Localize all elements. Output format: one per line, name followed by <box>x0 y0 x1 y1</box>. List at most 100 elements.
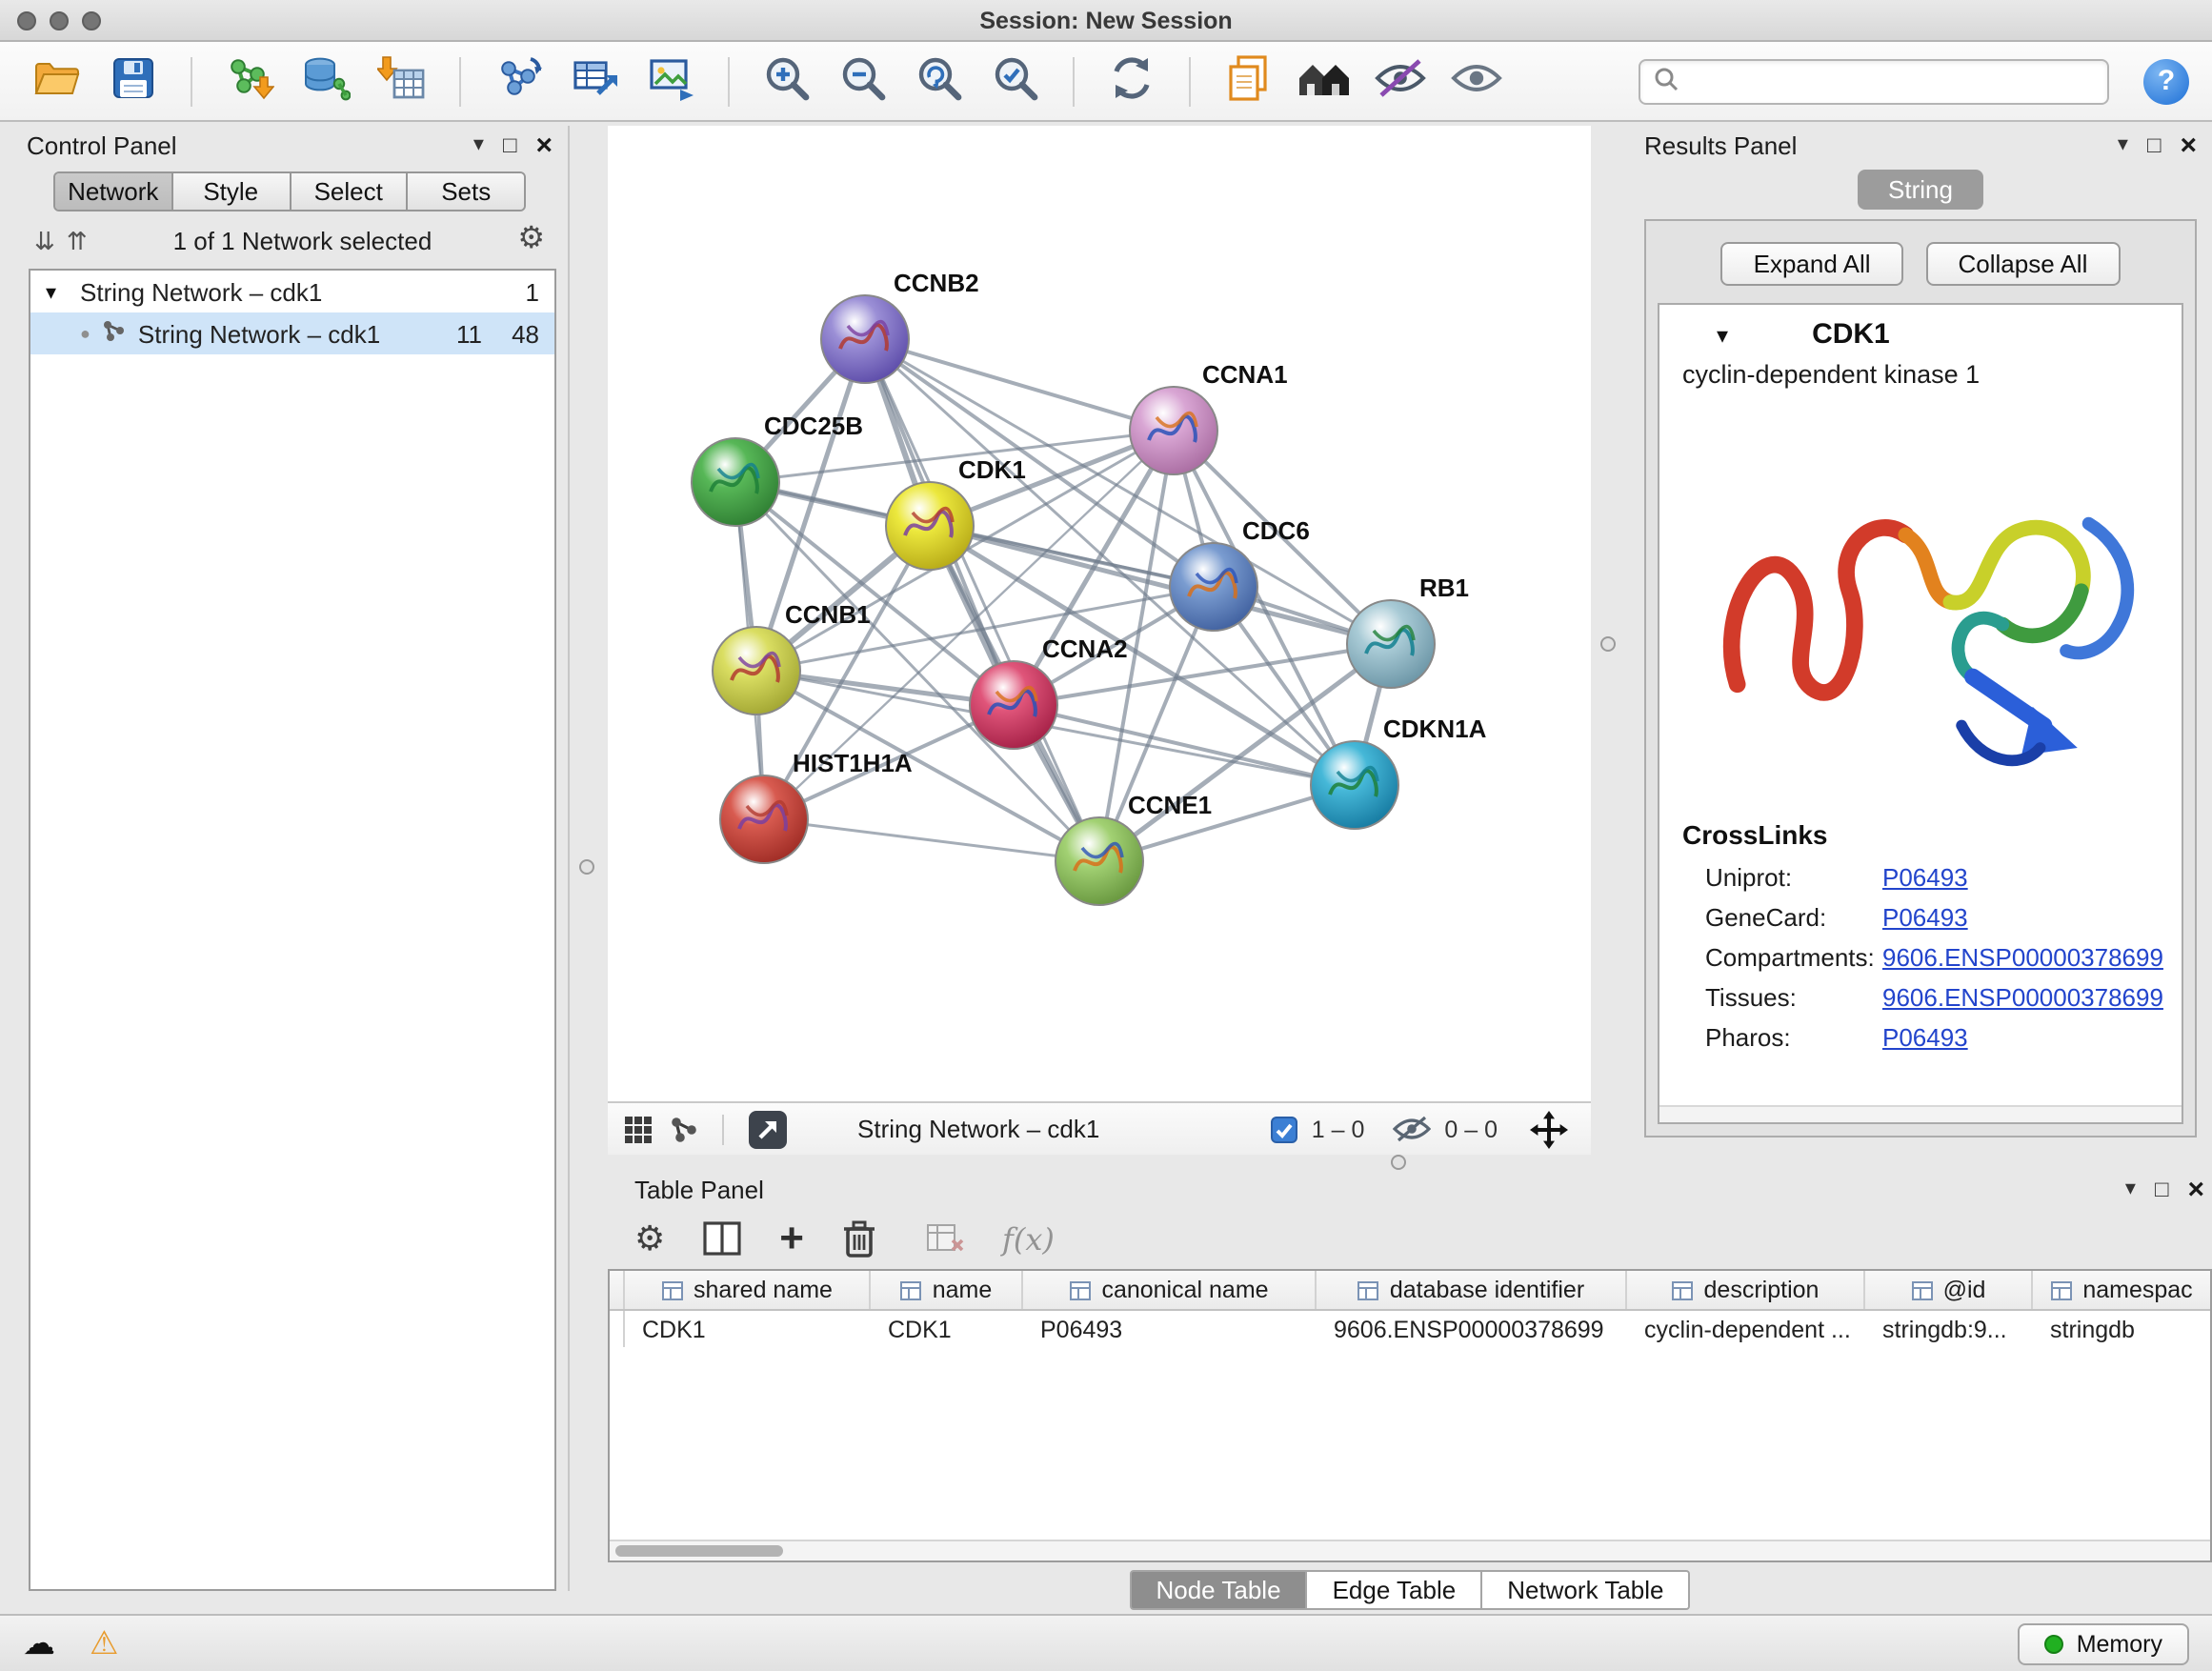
show-graphics-details-button[interactable] <box>1442 50 1511 111</box>
tab-style[interactable]: Style <box>173 173 292 210</box>
hide-graphics-details-button[interactable] <box>1366 50 1435 111</box>
expand-all-button[interactable]: Expand All <box>1721 242 1903 286</box>
scrollbar-thumb[interactable] <box>615 1545 783 1557</box>
open-session-button[interactable] <box>23 50 91 111</box>
node-CDK1[interactable]: CDK1 <box>886 455 1026 570</box>
panel-close-icon[interactable]: × <box>535 131 553 159</box>
function-builder-button[interactable]: f(x) <box>1002 1220 1055 1257</box>
delete-column-trash-icon[interactable] <box>842 1219 876 1258</box>
hidden-eye-slash-icon[interactable] <box>1393 1115 1431 1143</box>
network-options-gear-icon[interactable]: ⚙ <box>517 225 545 255</box>
table-cell[interactable]: cyclin-dependent ... <box>1627 1311 1865 1347</box>
table-tab-network-table[interactable]: Network Table <box>1482 1570 1690 1610</box>
network-tree-root[interactable]: ▾ String Network – cdk1 1 <box>30 271 554 312</box>
table-settings-gear-icon[interactable]: ⚙ <box>634 1221 665 1256</box>
panel-collapse-icon[interactable]: ▾ <box>2118 134 2128 155</box>
edge-HIST1H1A-CCNE1[interactable] <box>764 819 1099 861</box>
table-cell[interactable]: CDK1 <box>871 1311 1023 1347</box>
node-CCNB1[interactable]: CCNB1 <box>713 600 871 715</box>
table-tab-edge-table[interactable]: Edge Table <box>1308 1570 1483 1610</box>
refresh-layout-button[interactable] <box>1097 50 1166 111</box>
panel-maximize-icon[interactable]: □ <box>2147 133 2162 156</box>
expand-all-icon[interactable]: ⇈ <box>67 228 88 252</box>
column-header-database-identifier[interactable]: database identifier <box>1317 1271 1627 1309</box>
node-RB1[interactable]: RB1 <box>1347 574 1469 688</box>
network-overview-button[interactable] <box>1290 50 1358 111</box>
gene-card-header[interactable]: ▾ CDK1 <box>1659 305 2182 358</box>
panel-collapse-icon[interactable]: ▾ <box>2125 1178 2136 1199</box>
open-in-new-window-button[interactable] <box>747 1108 789 1150</box>
column-header-canonical-name[interactable]: canonical name <box>1023 1271 1317 1309</box>
results-scrollbar[interactable] <box>1659 1105 2182 1122</box>
cloud-icon[interactable]: ☁ <box>23 1627 55 1660</box>
export-table-button[interactable] <box>560 50 629 111</box>
split-columns-icon[interactable] <box>703 1221 741 1256</box>
zoom-fit-button[interactable] <box>905 50 974 111</box>
collapse-all-button[interactable]: Collapse All <box>1926 242 2121 286</box>
warning-icon[interactable]: ⚠ <box>90 1627 119 1660</box>
crosslink-link[interactable]: 9606.ENSP00000378699 <box>1882 943 2163 972</box>
tab-select[interactable]: Select <box>291 173 409 210</box>
window-minimize-button[interactable] <box>50 10 69 30</box>
edge-CCNB2-CCNA1[interactable] <box>865 339 1174 431</box>
edge-CCNA2-CDKN1A[interactable] <box>1014 705 1355 785</box>
grid-view-icon[interactable] <box>623 1114 654 1144</box>
column-header-description[interactable]: description <box>1627 1271 1865 1309</box>
network-graph[interactable]: CCNB2CCNA1CDC25BCDK1CDC6RB1CCNB1CCNA2CDK… <box>608 126 1591 1101</box>
crosslink-link[interactable]: P06493 <box>1882 863 1968 892</box>
table-cell[interactable]: P06493 <box>1023 1311 1317 1347</box>
panel-close-icon[interactable]: × <box>2180 131 2197 159</box>
column-header-id[interactable]: @id <box>1865 1271 2033 1309</box>
window-zoom-button[interactable] <box>82 10 101 30</box>
tab-network[interactable]: Network <box>55 173 173 210</box>
export-image-button[interactable] <box>636 50 705 111</box>
node-CDKN1A[interactable]: CDKN1A <box>1311 715 1487 829</box>
pan-move-icon[interactable] <box>1530 1110 1568 1148</box>
gene-collapse-icon[interactable]: ▾ <box>1717 321 1728 348</box>
table-cell[interactable]: CDK1 <box>625 1311 871 1347</box>
crosslink-link[interactable]: P06493 <box>1882 903 1968 932</box>
new-network-button[interactable] <box>484 50 553 111</box>
panel-close-icon[interactable]: × <box>2187 1175 2204 1203</box>
node-HIST1H1A[interactable]: HIST1H1A <box>720 749 913 863</box>
node-CCNA1[interactable]: CCNA1 <box>1130 360 1288 474</box>
network-canvas[interactable]: CCNB2CCNA1CDC25BCDK1CDC6RB1CCNB1CCNA2CDK… <box>608 126 1591 1101</box>
panel-maximize-icon[interactable]: □ <box>503 133 517 156</box>
column-header-namespac[interactable]: namespac <box>2033 1271 2210 1309</box>
table-cell[interactable]: stringdb <box>2033 1311 2210 1347</box>
import-table-button[interactable] <box>368 50 436 111</box>
panel-collapse-icon[interactable]: ▾ <box>473 134 484 155</box>
table-cell[interactable]: stringdb:9... <box>1865 1311 2033 1347</box>
duplicate-document-button[interactable] <box>1214 50 1282 111</box>
import-network-file-button[interactable] <box>215 50 284 111</box>
node-CCNE1[interactable]: CCNE1 <box>1056 791 1212 905</box>
network-tree-item-selected[interactable]: ● String Network – cdk1 11 48 <box>30 312 554 354</box>
splitter-handle[interactable] <box>1391 1155 1406 1170</box>
memory-button[interactable]: Memory <box>2018 1622 2189 1664</box>
window-close-button[interactable] <box>17 10 36 30</box>
panel-maximize-icon[interactable]: □ <box>2155 1178 2169 1200</box>
column-header-shared-name[interactable]: shared name <box>625 1271 871 1309</box>
crosslink-link[interactable]: 9606.ENSP00000378699 <box>1882 983 2163 1012</box>
table-tab-node-table[interactable]: Node Table <box>1129 1570 1307 1610</box>
help-button[interactable]: ? <box>2143 58 2189 104</box>
search-box[interactable] <box>1639 58 2109 104</box>
zoom-selected-button[interactable] <box>981 50 1050 111</box>
splitter-handle[interactable] <box>1600 636 1616 652</box>
crosslink-link[interactable]: P06493 <box>1882 1023 1968 1052</box>
add-column-icon[interactable]: + <box>779 1218 804 1259</box>
zoom-out-button[interactable] <box>829 50 897 111</box>
node-CDC6[interactable]: CDC6 <box>1170 516 1310 631</box>
selected-checkbox-icon[interactable] <box>1272 1116 1298 1142</box>
search-input[interactable] <box>1688 68 2094 94</box>
table-horizontal-scrollbar[interactable] <box>610 1540 2210 1560</box>
collapse-all-icon[interactable]: ⇊ <box>34 228 55 252</box>
results-tab-string[interactable]: String <box>1858 170 1983 210</box>
tab-sets[interactable]: Sets <box>409 173 525 210</box>
save-session-button[interactable] <box>99 50 168 111</box>
zoom-in-button[interactable] <box>753 50 821 111</box>
table-row[interactable]: CDK1CDK1P064939606.ENSP00000378699cyclin… <box>610 1311 2210 1347</box>
table-cell[interactable]: 9606.ENSP00000378699 <box>1317 1311 1627 1347</box>
column-header-name[interactable]: name <box>871 1271 1023 1309</box>
import-network-database-button[interactable] <box>292 50 360 111</box>
